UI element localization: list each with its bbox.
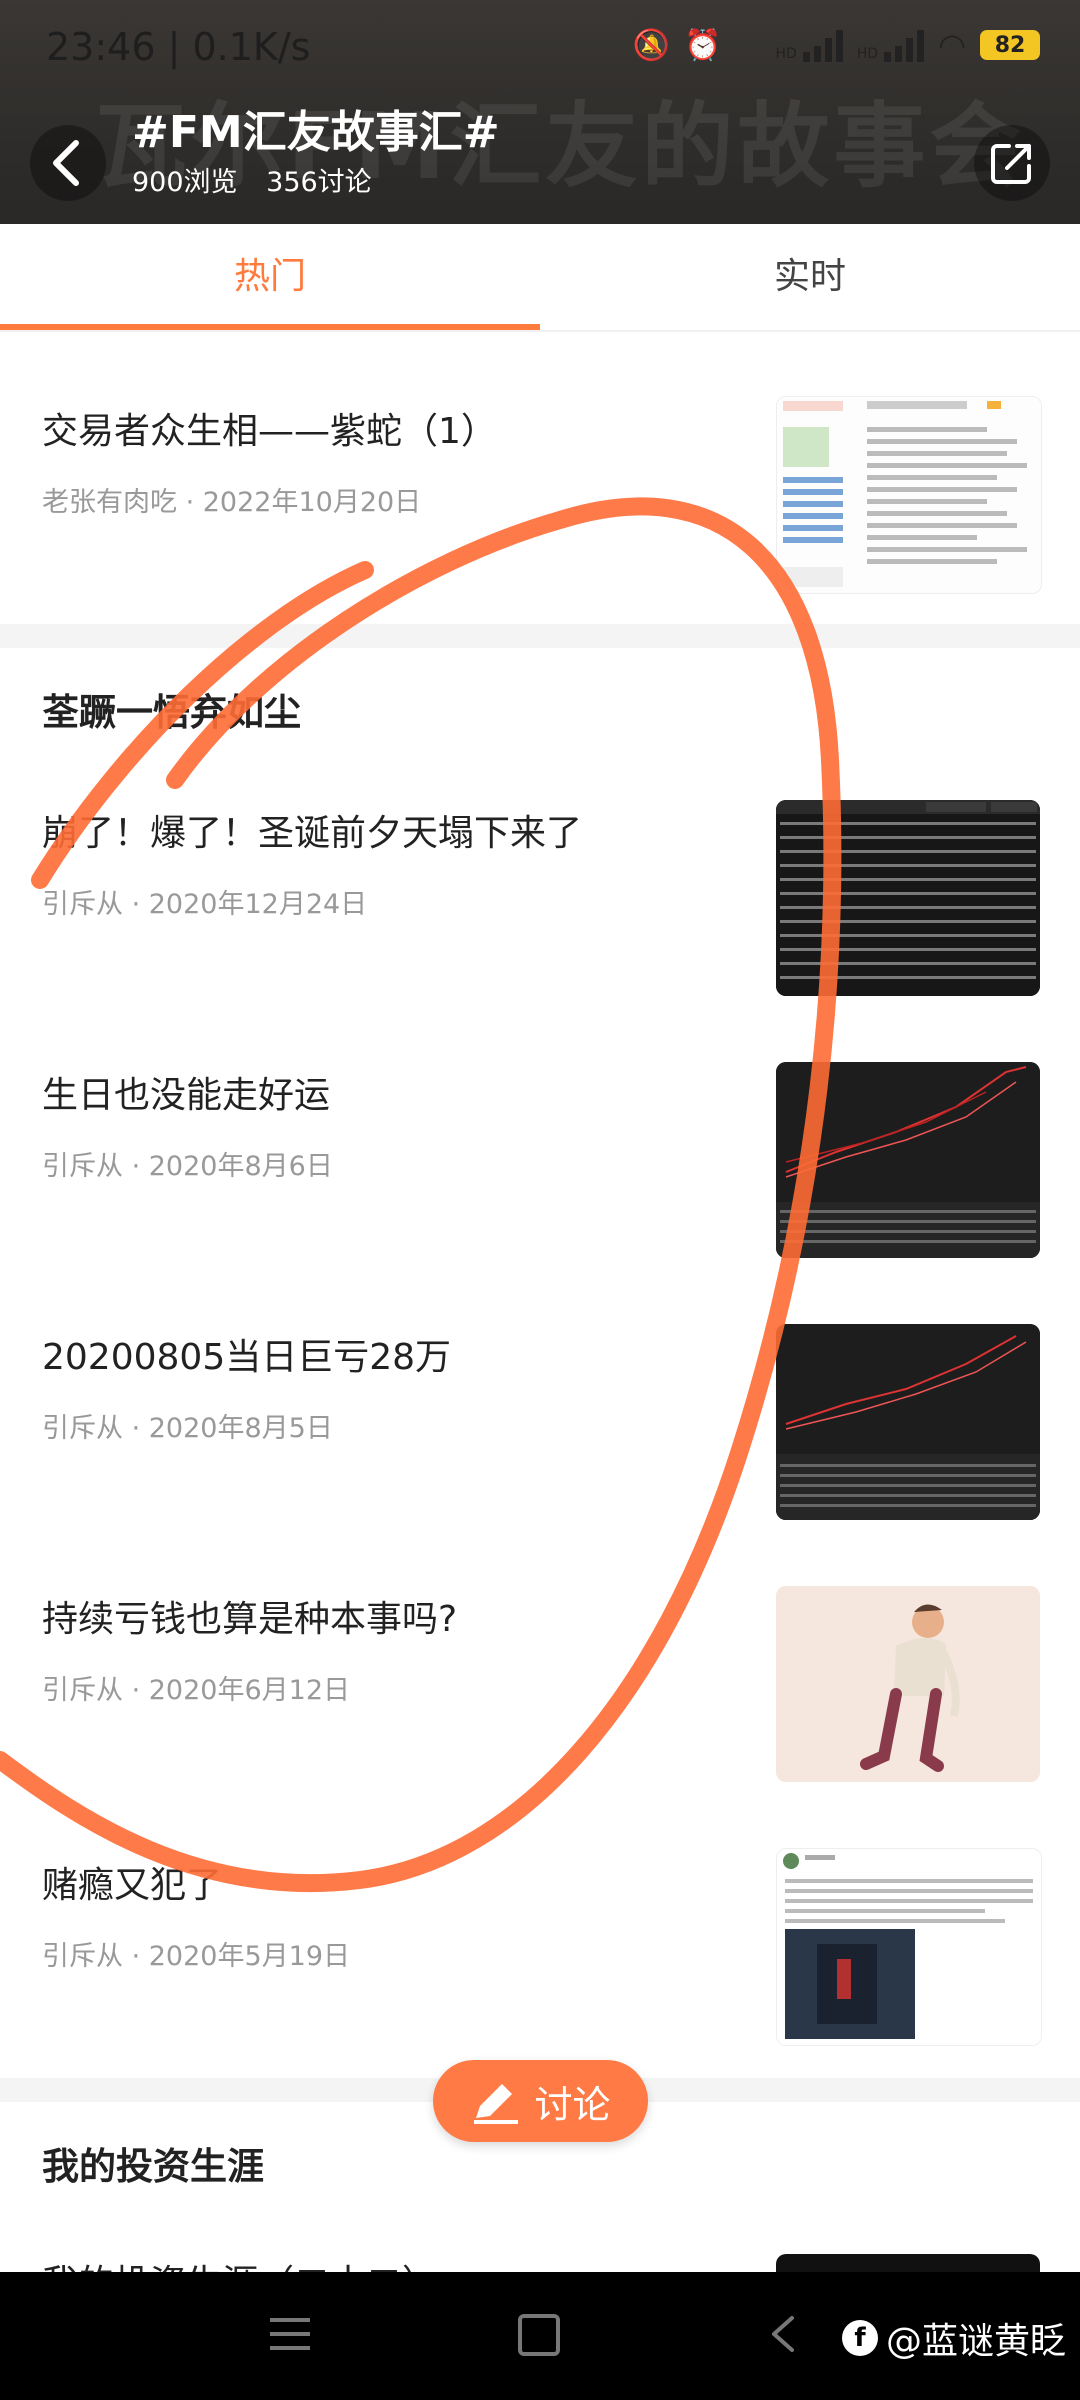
article-title: 赌瘾又犯了 [42,1865,223,1906]
menu-icon[interactable] [270,2316,310,2352]
article-title: 崩了！爆了！圣诞前夕天塌下来了 [42,813,583,854]
mute-icon: 🔕 [632,27,671,63]
tab-hot[interactable]: 热门 [0,224,540,330]
discussions-count: 356讨论 [266,167,372,198]
list-item[interactable]: 20200805当日巨亏28万 引斥从 · 2020年8月5日 [0,1284,1080,1548]
article-thumbnail [776,1324,1040,1520]
alarm-icon: ⏰ [684,27,722,63]
share-button[interactable] [974,125,1050,201]
share-icon [991,144,1031,184]
tab-bar: 热门 实时 [0,224,1080,332]
author-name: @蓝谜黄眨 [885,2321,1066,2362]
article-meta: 引斥从 · 2020年5月19日 [42,1941,350,1972]
system-nav-bar: f @蓝谜黄眨 [0,2272,1080,2400]
article-meta: 引斥从 · 2020年8月5日 [42,1413,333,1444]
topic-title: #FM汇友故事汇# [132,107,500,158]
article-thumbnail [776,1848,1042,2046]
article-title: 持续亏钱也算是种本事吗? [42,1599,458,1640]
article-title: 交易者众生相——紫蛇（1） [42,411,497,452]
list-item[interactable]: 生日也没能走好运 引斥从 · 2020年8月6日 [0,1022,1080,1286]
status-bar: 23:46 | 0.1K/s 🔕 ⏰ HD HD ◠ 82 [0,0,1080,100]
topic-header: 瓦尔FM汇友的故事会 23:46 | 0.1K/s 🔕 ⏰ HD HD ◠ 82… [0,0,1080,224]
section-divider [0,624,1080,648]
back-button[interactable] [30,125,106,201]
article-thumbnail [776,2254,1040,2272]
article-title: 生日也没能走好运 [42,1075,331,1116]
article-meta: 引斥从 · 2020年8月6日 [42,1151,333,1182]
section-title: 我的投资生涯 [42,2145,264,2188]
discuss-label: 讨论 [534,2082,611,2127]
signal-icon: HD [775,28,843,62]
section-title: 荃蹶一悟弃如尘 [42,691,301,734]
home-icon[interactable] [518,2314,560,2356]
back-icon[interactable] [770,2314,796,2354]
list-item[interactable]: 我的投资生涯（二十二） [0,2214,1080,2272]
article-thumbnail [776,1062,1040,1258]
article-meta: 老张有肉吃 · 2022年10月20日 [42,487,422,518]
article-meta: 引斥从 · 2020年12月24日 [42,889,368,920]
article-title: 我的投资生涯（二十二） [42,2254,438,2272]
article-thumbnail [776,800,1040,996]
tab-realtime[interactable]: 实时 [540,224,1080,330]
section-header[interactable]: 荃蹶一悟弃如尘 [0,648,1080,762]
active-tab-indicator [0,324,540,330]
status-time-speed: 23:46 | 0.1K/s [46,25,311,69]
article-thumbnail [776,1586,1040,1782]
weibo-logo-icon: f [841,2320,878,2356]
discuss-button[interactable]: 讨论 [433,2060,648,2142]
list-item[interactable]: 持续亏钱也算是种本事吗? 引斥从 · 2020年6月12日 [0,1546,1080,1810]
article-thumbnail [776,396,1042,594]
author-watermark: f @蓝谜黄眨 [841,2312,1066,2364]
article-title: 20200805当日巨亏28万 [42,1337,452,1378]
signal-icon-2: HD [857,28,925,62]
wifi-icon: ◠ [938,26,966,64]
chevron-left-icon [53,140,79,186]
list-item[interactable]: 交易者众生相——紫蛇（1） 老张有肉吃 · 2022年10月20日 [0,362,1080,626]
views-count: 900浏览 [132,167,238,198]
topic-stats: 900浏览 356讨论 [132,160,392,199]
battery-indicator: 82 [980,30,1040,60]
list-item[interactable]: 赌瘾又犯了 引斥从 · 2020年5月19日 [0,1808,1080,2078]
article-meta: 引斥从 · 2020年6月12日 [42,1675,350,1706]
list-item[interactable]: 崩了！爆了！圣诞前夕天塌下来了 引斥从 · 2020年12月24日 [0,760,1080,1024]
pen-icon [474,2084,519,2124]
